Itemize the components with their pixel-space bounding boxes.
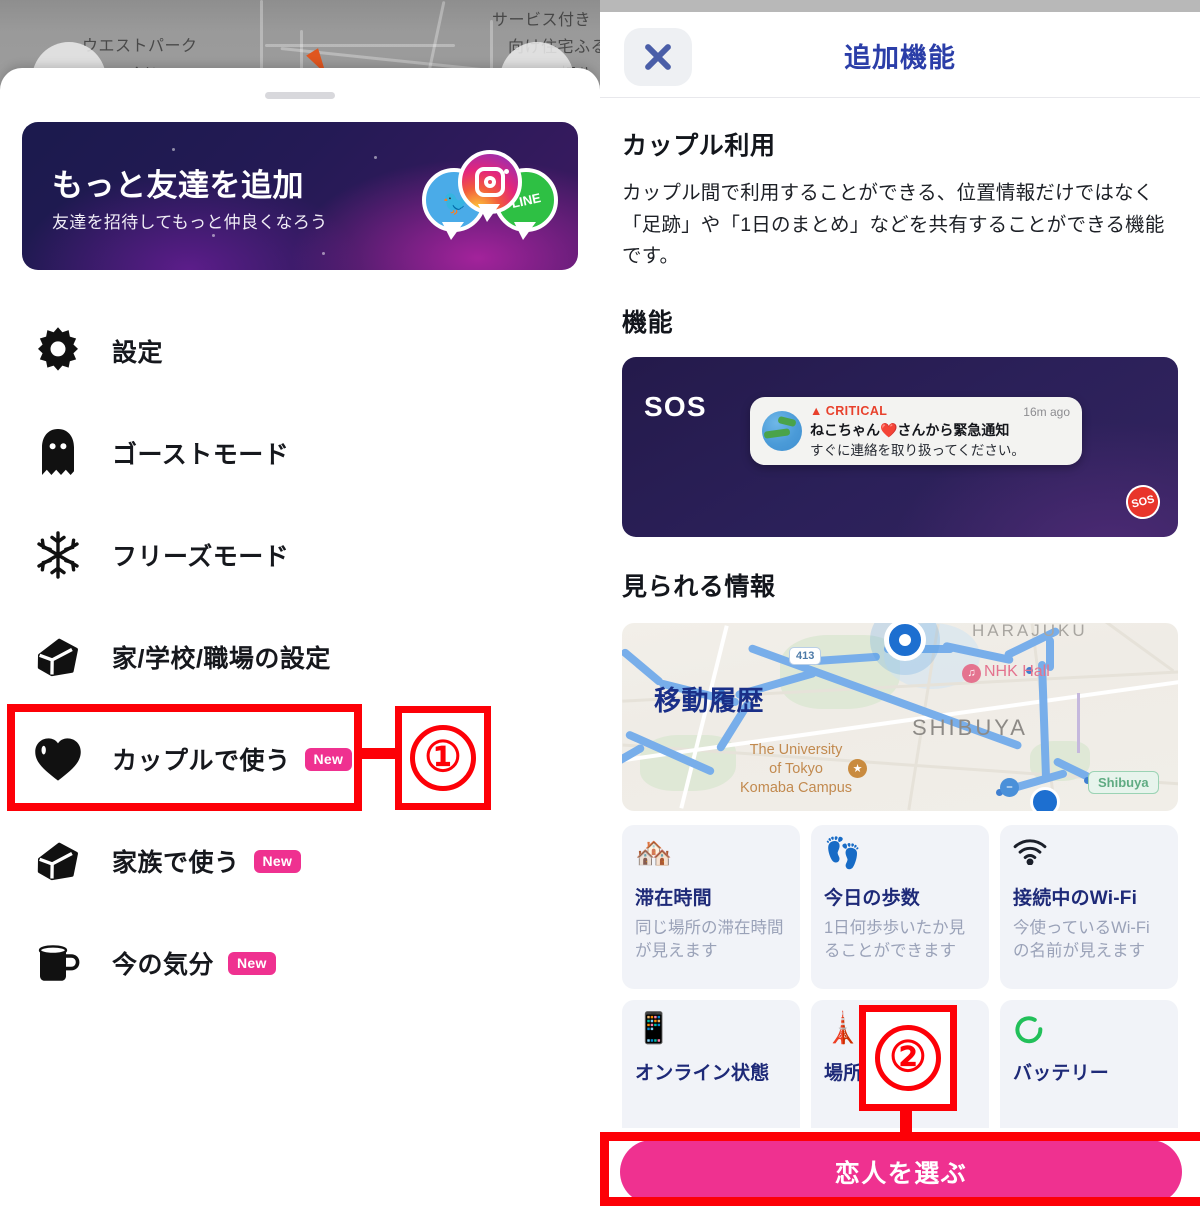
mug-icon xyxy=(30,935,86,991)
train-station-icon: ⎯ xyxy=(1000,777,1019,797)
notification-body: すぐに連絡を取り扱ってください。 xyxy=(810,442,1025,458)
notification-timestamp: 16m ago xyxy=(1023,404,1070,419)
close-button[interactable] xyxy=(624,28,692,86)
station-pill-shibuya: Shibuya xyxy=(1088,770,1159,794)
annotation-connector-1 xyxy=(362,748,398,759)
house-icon xyxy=(30,629,86,685)
sos-feature-card[interactable]: SOS ▲ CRITICAL ねこちゃん❤️さんから緊急通知 すぐに連絡を取り扱っ… xyxy=(622,356,1178,537)
section-heading-couple: カップル利用 xyxy=(622,132,776,160)
route-shield-413: 413 xyxy=(789,646,822,665)
feature-card-desc: 1日何歩歩いたか見ることができます xyxy=(824,918,966,961)
feature-card-steps[interactable]: 👣 今日の歩数 1日何歩歩いたか見ることができます xyxy=(811,824,989,989)
promo-social-icons: 🐦 LINE xyxy=(420,140,560,252)
feature-card-title: 接続中のWi-Fi xyxy=(1013,887,1138,909)
menu-item-label: 設定 xyxy=(112,339,164,367)
bottom-sheet: もっと友達を追加 友達を招待してもっと仲良くなろう 🐦 LINE 設定 ゴースト… xyxy=(0,68,600,1206)
feature-card-title: オンライン状態 xyxy=(635,1062,770,1084)
annotation-marker-2-number: ② xyxy=(875,1025,941,1091)
map-label-harajuku: HARAJUKU xyxy=(972,622,1088,640)
map-label-shibuya: SHIBUYA xyxy=(912,714,1028,740)
promo-subtitle: 友達を招待してもっと仲良くなろう xyxy=(52,213,328,232)
status-badge-new: New xyxy=(253,849,302,873)
menu-item-label: 今の気分 xyxy=(112,951,215,979)
invite-friends-promo-banner[interactable]: もっと友達を追加 友達を招待してもっと仲良くなろう 🐦 LINE xyxy=(22,122,578,270)
annotation-highlight-box-2 xyxy=(600,1132,1200,1206)
sheet-grabber-handle[interactable] xyxy=(265,92,335,99)
close-icon xyxy=(641,40,675,74)
annotation-highlight-box-1 xyxy=(7,704,362,811)
settings-menu-list: 設定 ゴーストモード フリーズモード 家/学校/職場の設定 カップルで使う Ne… xyxy=(0,300,600,1014)
map-location-puck-secondary xyxy=(1030,786,1060,811)
menu-item-label: 家族で使う xyxy=(112,849,240,877)
gear-icon xyxy=(30,323,86,379)
map-overlay-label-history: 移動履歴 xyxy=(654,685,764,716)
status-badge-new: New xyxy=(228,951,276,975)
notification-title: ねこちゃん❤️さんから緊急通知 xyxy=(810,421,1010,438)
critical-label-row: ▲ CRITICAL xyxy=(810,404,887,418)
nhk-hall-poi-icon: ♫ xyxy=(962,663,981,683)
status-bar xyxy=(600,0,1200,12)
menu-item-family[interactable]: 家族で使う New xyxy=(0,810,600,912)
map-label-2: サービス付き xyxy=(492,12,592,29)
menu-item-label: 家/学校/職場の設定 xyxy=(112,645,331,673)
sos-badge-icon: SOS xyxy=(1122,481,1164,523)
promo-title: もっと友達を追加 xyxy=(52,168,304,203)
footprints-icon: 👣 xyxy=(824,836,862,870)
menu-item-home-school-work[interactable]: 家/学校/職場の設定 xyxy=(0,606,600,708)
modal-body: カップル利用 カップル間で利用することができる、位置情報だけではなく「足跡」や「… xyxy=(600,98,1200,1164)
sos-notification-preview: ▲ CRITICAL ねこちゃん❤️さんから緊急通知 すぐに連絡を取り扱ってくださ… xyxy=(750,396,1082,465)
ghost-icon xyxy=(30,425,86,481)
section-body-couple: カップル間で利用することができる、位置情報だけではなく「足跡」や「1日のまとめ」… xyxy=(622,182,1165,268)
screenshot-root: ウエストパーク ハイツA サービス付き 向け住宅ふる 崎八 もっと友達を追加 友… xyxy=(0,0,1200,1206)
menu-item-mood[interactable]: 今の気分 New xyxy=(0,912,600,1014)
snowflake-icon xyxy=(30,527,86,583)
feature-card-title: 滞在時間 xyxy=(635,887,712,909)
modal-header: 追加機能 xyxy=(600,12,1200,98)
menu-item-label: ゴーストモード xyxy=(112,441,290,469)
left-phone-screen: ウエストパーク ハイツA サービス付き 向け住宅ふる 崎八 もっと友達を追加 友… xyxy=(0,0,600,1206)
phone-icon: 📱 xyxy=(635,1011,673,1045)
menu-item-freeze-mode[interactable]: フリーズモード xyxy=(0,504,600,606)
menu-item-ghost-mode[interactable]: ゴーストモード xyxy=(0,402,600,504)
critical-label: CRITICAL xyxy=(825,403,888,418)
feature-card-wifi[interactable]: 接続中のWi-Fi 今使っているWi-Fiの名前が見えます xyxy=(1000,824,1178,989)
battery-ring-icon xyxy=(1013,1014,1165,1050)
section-heading-visible-info: 見られる情報 xyxy=(622,572,776,601)
warning-triangle-icon: ▲ xyxy=(810,403,823,418)
annotation-marker-2: ② xyxy=(859,1005,957,1111)
house-outline-icon xyxy=(30,833,86,889)
annotation-marker-1: ① xyxy=(395,706,491,810)
feature-card-desc: 今使っているWi-Fiの名前が見えます xyxy=(1013,918,1150,961)
map-label-university: The University of Tokyo Komaba Campus xyxy=(740,741,853,796)
annotation-marker-1-number: ① xyxy=(410,725,476,791)
feature-card-stay-time[interactable]: 🏘️ 滞在時間 同じ場所の滞在時間が見えます xyxy=(622,824,800,989)
map-label-0: ウエストパーク xyxy=(82,38,198,55)
feature-card-desc: 同じ場所の滞在時間が見えます xyxy=(635,918,784,961)
section-heading-features: 機能 xyxy=(622,308,674,337)
feature-card-title: バッテリー xyxy=(1013,1062,1110,1084)
houses-icon: 🏘️ xyxy=(635,836,673,870)
map-label-nhk-hall: NHK Hall xyxy=(984,662,1050,680)
globe-avatar-icon xyxy=(762,410,802,451)
instagram-bubble-icon xyxy=(458,150,522,222)
menu-item-settings[interactable]: 設定 xyxy=(0,300,600,402)
feature-card-title: 今日の歩数 xyxy=(824,887,921,909)
annotation-connector-2 xyxy=(900,1108,912,1140)
sos-label: SOS xyxy=(644,390,707,422)
menu-item-label: フリーズモード xyxy=(112,543,290,571)
location-history-map-card[interactable]: 413 Shibuya ⎯ ♫ ★ HARAJUKU NHK Hall SHIB… xyxy=(622,622,1178,811)
wifi-icon xyxy=(1013,839,1165,875)
